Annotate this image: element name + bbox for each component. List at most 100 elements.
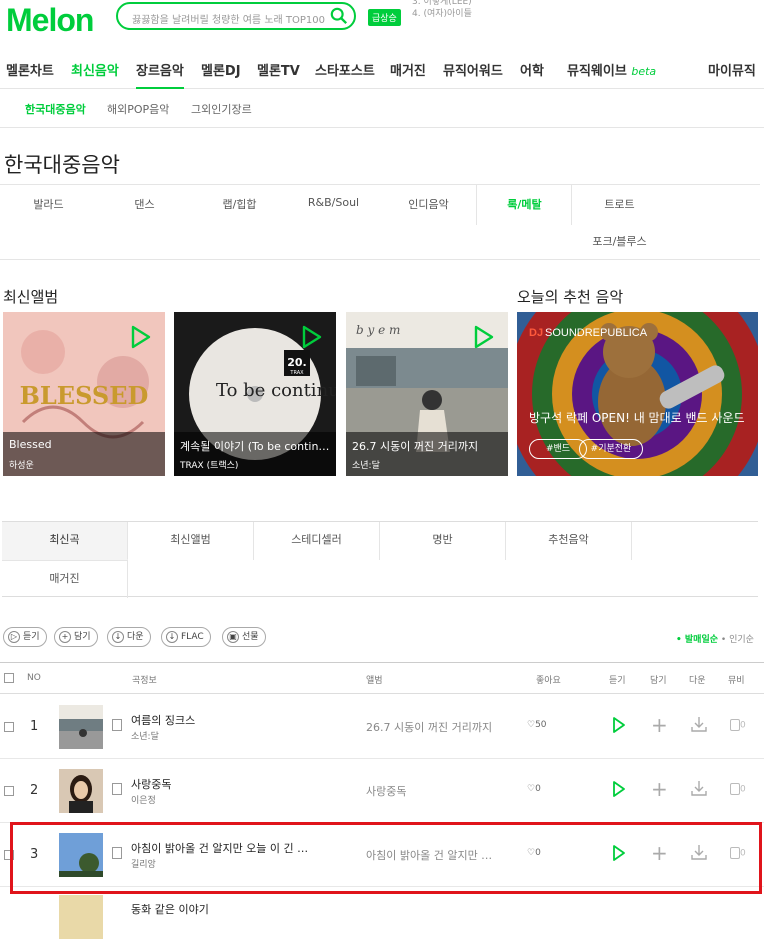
play-icon[interactable] <box>127 324 153 350</box>
song-info-icon[interactable] <box>112 783 122 795</box>
subnav-other[interactable]: 그외인기장르 <box>191 101 252 117</box>
col-song: 곡정보 <box>132 676 157 686</box>
nav-chart[interactable]: 멜론차트 <box>6 60 54 79</box>
nav-mymusic[interactable]: 마이뮤직 <box>708 60 756 79</box>
album-title[interactable]: 계속될 이야기 (To be contin… <box>180 438 330 454</box>
flac-button[interactable]: ↓ FLAC <box>161 627 211 647</box>
album-card[interactable]: BLESSED Blessed 하성운 <box>3 312 165 476</box>
nav-magazine[interactable]: 매거진 <box>390 60 426 79</box>
tab-classic[interactable]: 명반 <box>380 522 506 560</box>
song-info-icon[interactable] <box>112 719 122 731</box>
song-title[interactable]: 여름의 징크스 <box>131 712 195 728</box>
album-title[interactable]: Blessed <box>9 438 159 451</box>
add-label: 담기 <box>74 632 91 642</box>
mv-button[interactable]: 0 <box>730 719 746 731</box>
song-title[interactable]: 사랑중독 <box>131 776 171 792</box>
flac-label: FLAC <box>181 632 204 642</box>
sort-popular[interactable]: • 인기순 <box>721 635 754 645</box>
gift-button[interactable]: ▣ 선물 <box>222 627 266 647</box>
album-artist[interactable]: TRAX (트랙스) <box>180 458 238 471</box>
table-row[interactable]: 동화 같은 이야기 <box>0 887 764 951</box>
genre-trot[interactable]: 트로트 <box>572 196 667 212</box>
play-icon[interactable] <box>470 324 496 350</box>
tab-new-albums[interactable]: 최신앨범 <box>128 522 254 560</box>
dj-label: DJ <box>529 327 543 339</box>
nav-genre[interactable]: 장르음악 <box>136 60 184 89</box>
tag-mood[interactable]: #기분전환 <box>579 439 643 459</box>
col-download: 다운 <box>689 676 706 686</box>
plus-icon[interactable]: + <box>651 715 668 735</box>
sort-latest[interactable]: • 발매일순 <box>676 635 718 645</box>
tab-recommend[interactable]: 추천음악 <box>506 522 632 560</box>
mv-icon <box>730 783 740 795</box>
listen-button[interactable]: ▷ 듣기 <box>3 627 47 647</box>
realtime-ticker[interactable]: 3. 이렇게(LEE) 4. (여자)아이들 <box>412 0 552 26</box>
nav-music-award[interactable]: 뮤직어워드 <box>443 60 503 79</box>
play-icon[interactable] <box>612 781 626 797</box>
list-tabs: 최신곡 최신앨범 스테디셀러 명반 추천음악 매거진 <box>2 521 758 598</box>
download-icon[interactable] <box>690 715 708 733</box>
download-icon[interactable] <box>690 779 708 797</box>
play-icon[interactable] <box>298 324 324 350</box>
song-album[interactable]: 사랑중독 <box>366 783 406 799</box>
ticker-item[interactable]: 3. 이렇게(LEE) <box>412 0 552 8</box>
nav-language[interactable]: 어학 <box>520 60 544 79</box>
melon-logo[interactable]: Melon <box>6 2 94 39</box>
download-icon: ↓ <box>166 630 178 643</box>
song-thumbnail[interactable] <box>59 895 103 939</box>
song-title[interactable]: 동화 같은 이야기 <box>131 901 209 917</box>
genre-folk[interactable]: 포크/블루스 <box>572 233 667 249</box>
nav-new-music[interactable]: 최신음악 <box>71 60 119 79</box>
sub-nav: 한국대중음악 해외POP음악 그외인기장르 <box>0 90 764 128</box>
table-row[interactable]: 2 사랑중독 이은정 사랑중독 ♡0 + 0 <box>0 759 764 823</box>
download-button[interactable]: ↓ 다운 <box>107 627 151 647</box>
tab-new-songs[interactable]: 최신곡 <box>2 522 128 560</box>
add-button[interactable]: + 담기 <box>54 627 98 647</box>
row-checkbox[interactable] <box>4 786 14 796</box>
select-all-checkbox[interactable] <box>4 673 14 683</box>
genre-dance[interactable]: 댄스 <box>97 196 192 212</box>
nav-tv[interactable]: 멜론TV <box>257 60 300 79</box>
search-input[interactable]: 끓끓함을 날려버릴 청량한 여름 노래 TOP100 <box>116 2 356 30</box>
sort-latest-label: 발매일순 <box>684 635 719 645</box>
tab-steady[interactable]: 스테디셀러 <box>254 522 380 560</box>
search-icon[interactable] <box>330 7 348 25</box>
genre-hiphop[interactable]: 랩/힙합 <box>192 196 287 212</box>
nav-dj[interactable]: 멜론DJ <box>201 60 241 79</box>
ticker-item[interactable]: 4. (여자)아이들 <box>412 8 552 20</box>
new-albums-title: 최신앨범 <box>3 288 59 306</box>
album-artist[interactable]: 하성운 <box>9 458 34 471</box>
gift-label: 선물 <box>242 632 259 642</box>
subnav-pop[interactable]: 해외POP음악 <box>107 101 169 117</box>
like-button[interactable]: ♡0 <box>527 784 541 794</box>
album-artist[interactable]: 소년:달 <box>352 458 380 471</box>
mv-button[interactable]: 0 <box>730 783 746 795</box>
album-title[interactable]: 26.7 시동이 꺼진 거리까지 <box>352 438 502 454</box>
table-header: NO 곡정보 앨범 좋아요 듣기 담기 다운 뮤비 <box>0 662 764 694</box>
mv-icon <box>730 719 740 731</box>
genre-rock[interactable]: 록/메탈 <box>477 196 572 212</box>
song-artist[interactable]: 이은정 <box>131 793 156 806</box>
tab-magazine[interactable]: 매거진 <box>2 560 128 598</box>
row-rank: 2 <box>30 783 39 798</box>
recommend-card[interactable]: DJ SOUNDREPUBLICA 방구석 락페 OPEN! 내 맘대로 밴드 … <box>517 312 758 476</box>
album-art-text: b y e m <box>356 323 400 337</box>
song-thumbnail[interactable] <box>59 769 103 813</box>
song-album[interactable]: 26.7 시동이 꺼진 거리까지 <box>366 719 492 735</box>
nav-musicwave[interactable]: 뮤직웨이브 beta <box>567 60 656 79</box>
row-checkbox[interactable] <box>4 722 14 732</box>
genre-rnb[interactable]: R&B/Soul <box>286 196 381 209</box>
like-button[interactable]: ♡50 <box>527 720 547 730</box>
album-card[interactable]: b y e m 26.7 시동이 꺼진 거리까지소년:달 <box>346 312 508 476</box>
nav-starpost[interactable]: 스타포스트 <box>315 60 375 79</box>
subnav-korean[interactable]: 한국대중음악 <box>25 101 86 117</box>
album-card[interactable]: To be continued 20. TRAX 계속될 이야기 (To be … <box>174 312 336 476</box>
play-icon: ▷ <box>8 630 20 643</box>
genre-indie[interactable]: 인디음악 <box>381 196 476 212</box>
song-thumbnail[interactable] <box>59 705 103 749</box>
table-row[interactable]: 1 여름의 징크스 소년:달 26.7 시동이 꺼진 거리까지 ♡50 + 0 <box>0 695 764 759</box>
song-artist[interactable]: 소년:달 <box>131 729 159 742</box>
genre-ballad[interactable]: 발라드 <box>1 196 96 212</box>
plus-icon[interactable]: + <box>651 779 668 799</box>
play-icon[interactable] <box>612 717 626 733</box>
